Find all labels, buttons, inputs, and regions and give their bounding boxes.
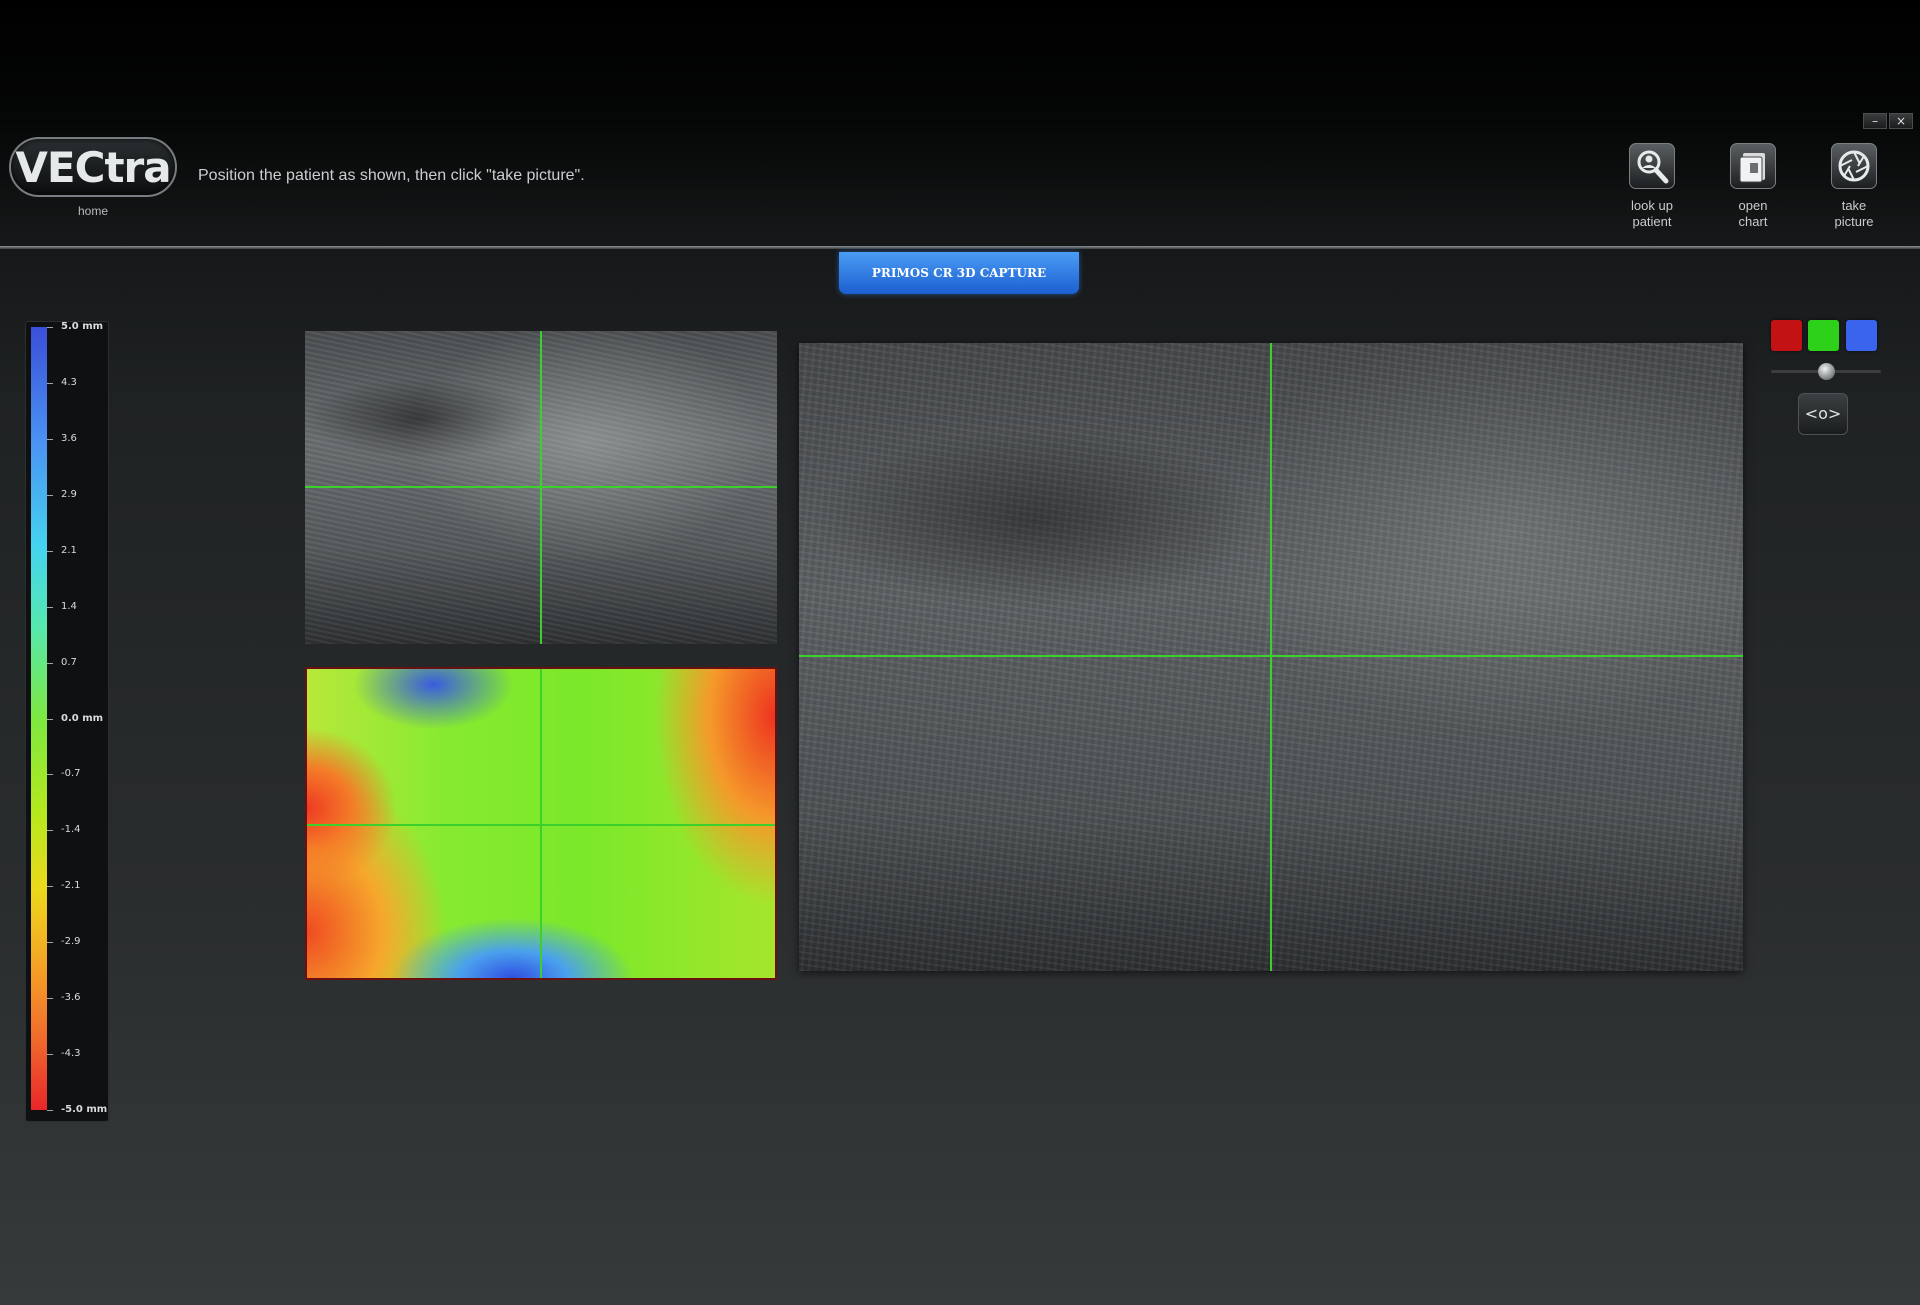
look-up-label-1: look up (1631, 198, 1673, 213)
color-scale-label: -5.0 mm (61, 1104, 108, 1115)
color-scale-label: 4.3 (61, 376, 77, 388)
color-scale-tick (47, 998, 53, 1000)
open-chart-label-1: open (1738, 198, 1768, 213)
open-chart-button[interactable]: open chart (1708, 143, 1798, 230)
color-scale-tick (47, 942, 53, 944)
color-scale-tick (47, 438, 53, 440)
color-scale-tick (47, 1054, 53, 1056)
color-scale-tick (47, 774, 53, 776)
color-scale-label: 2.1 (61, 544, 77, 556)
home-logo-button[interactable]: VECtra (9, 137, 177, 197)
color-scale-tick (47, 1110, 53, 1111)
take-picture-button[interactable]: take picture (1809, 143, 1899, 230)
color-scale-label: 1.4 (61, 600, 77, 612)
color-scale-label: 3.6 (61, 432, 77, 444)
color-scale-label: -4.3 (61, 1048, 81, 1060)
color-scale-bar (31, 327, 47, 1110)
take-picture-label-2: picture (1834, 214, 1874, 229)
color-scale-label: 5.0 mm (61, 321, 104, 332)
camera-live-view[interactable] (799, 343, 1743, 971)
close-button[interactable]: × (1889, 113, 1913, 129)
green-channel-button[interactable] (1808, 320, 1839, 351)
instruction-text: Position the patient as shown, then clic… (198, 167, 585, 184)
color-scale-tick (47, 886, 53, 888)
home-label: home (77, 204, 109, 218)
take-picture-label-1: take (1841, 198, 1867, 213)
crosshair-horizontal (307, 824, 775, 826)
header-divider (0, 246, 1920, 249)
magnifier-person-icon (1629, 143, 1675, 189)
look-up-label-2: patient (1632, 214, 1672, 229)
minimize-button[interactable]: – (1863, 113, 1887, 129)
look-up-patient-button[interactable]: look up patient (1607, 143, 1697, 230)
color-scale-tick (47, 662, 53, 664)
color-scale-label: 0.0 mm (61, 712, 104, 724)
red-channel-button[interactable] (1771, 320, 1802, 351)
color-scale-label: -3.6 (61, 992, 81, 1004)
view-toggle-button[interactable]: <o> (1798, 393, 1848, 435)
color-scale-label: -1.4 (61, 824, 81, 836)
crosshair-vertical (1270, 343, 1272, 971)
blue-channel-button[interactable] (1846, 320, 1877, 351)
open-chart-label-2: chart (1738, 214, 1768, 229)
color-scale-tick (47, 718, 53, 720)
color-scale-label: 0.7 (61, 656, 77, 668)
logo-text: VECtra (15, 142, 171, 192)
color-scale-tick (47, 382, 53, 384)
camera-preview-small[interactable] (305, 331, 777, 644)
color-scale-tick (47, 606, 53, 608)
chart-folder-icon (1730, 143, 1776, 189)
color-scale-label: 2.9 (61, 488, 77, 500)
color-scale-tick (47, 830, 53, 832)
color-scale-tick (47, 327, 53, 328)
depth-color-scale: 5.0 mm 4.3 3.6 2.9 2.1 1.4 0.7 0.0 mm -0.7 -1.4 -2… (25, 321, 109, 1122)
color-scale-label: -2.1 (61, 880, 81, 892)
mode-tab-primos-capture[interactable]: PRIMOS CR 3D CAPTURE (839, 252, 1079, 294)
color-scale-label: -2.9 (61, 936, 81, 948)
height-map-preview[interactable] (305, 667, 777, 980)
color-scale-label: -0.7 (61, 768, 81, 780)
color-scale-tick (47, 550, 53, 552)
color-scale-tick (47, 494, 53, 496)
brightness-slider-knob[interactable] (1818, 363, 1835, 380)
camera-shutter-icon (1831, 143, 1877, 189)
window-controls: – × (1863, 113, 1913, 129)
crosshair-horizontal (799, 655, 1743, 657)
crosshair-horizontal (305, 486, 777, 488)
